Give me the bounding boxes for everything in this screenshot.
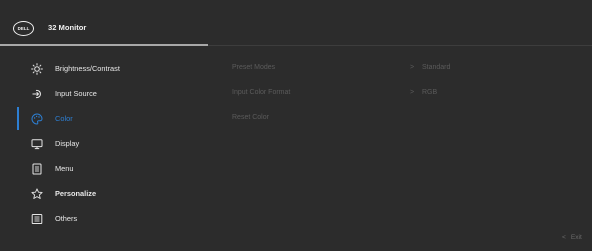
others-icon — [31, 213, 43, 225]
chevron-right-icon: > — [410, 64, 415, 71]
submenu-label: Preset Modes — [232, 64, 276, 71]
menu-item-brightness-contrast[interactable]: Brightness/Contrast — [0, 56, 210, 81]
menu-item-personalize[interactable]: Personalize — [0, 181, 210, 206]
star-icon — [31, 188, 43, 200]
exit-label: Exit — [570, 234, 582, 241]
menu-item-display[interactable]: Display — [0, 131, 210, 156]
menu-item-color[interactable]: Color — [0, 106, 210, 131]
menu-item-others[interactable]: Others — [0, 206, 210, 231]
menu-item-label: Display — [55, 139, 80, 148]
main-menu: Brightness/Contrast Input Source Color D… — [0, 56, 210, 231]
monitor-osd: DELL 32 Monitor Brightness/Contrast Inpu… — [0, 0, 592, 251]
brightness-icon — [31, 63, 43, 75]
submenu-row-preset-modes[interactable]: Preset Modes > Standard — [232, 56, 592, 81]
submenu-label: Reset Color — [232, 114, 269, 121]
input-source-icon — [31, 88, 43, 100]
dell-logo: DELL — [13, 21, 34, 36]
menu-doc-icon — [31, 163, 43, 175]
submenu-value: Standard — [422, 64, 451, 71]
submenu-label: Input Color Format — [232, 89, 291, 96]
submenu-row-reset-color[interactable]: Reset Color — [232, 106, 592, 131]
menu-item-input-source[interactable]: Input Source — [0, 81, 210, 106]
chevron-right-icon: > — [410, 89, 415, 96]
menu-item-label: Input Source — [55, 89, 97, 98]
submenu-row-input-color-format[interactable]: Input Color Format > RGB — [232, 81, 592, 106]
active-indicator — [17, 107, 19, 130]
menu-item-label: Others — [55, 214, 78, 223]
exit-button[interactable]: < Exit — [562, 234, 582, 241]
monitor-title: 32 Monitor — [48, 23, 87, 32]
chevron-left-icon: < — [562, 234, 566, 241]
menu-item-label: Color — [55, 114, 73, 123]
menu-item-menu[interactable]: Menu — [0, 156, 210, 181]
header-divider-highlight — [0, 44, 208, 46]
monitor-icon — [31, 138, 43, 150]
palette-icon — [31, 113, 43, 125]
color-submenu: Preset Modes > Standard Input Color Form… — [232, 56, 592, 131]
menu-item-label: Personalize — [55, 189, 97, 198]
menu-item-label: Brightness/Contrast — [55, 64, 120, 73]
menu-item-label: Menu — [55, 164, 74, 173]
dell-logo-text: DELL — [17, 26, 30, 31]
osd-header: DELL 32 Monitor — [0, 0, 592, 46]
submenu-value: RGB — [422, 89, 438, 96]
